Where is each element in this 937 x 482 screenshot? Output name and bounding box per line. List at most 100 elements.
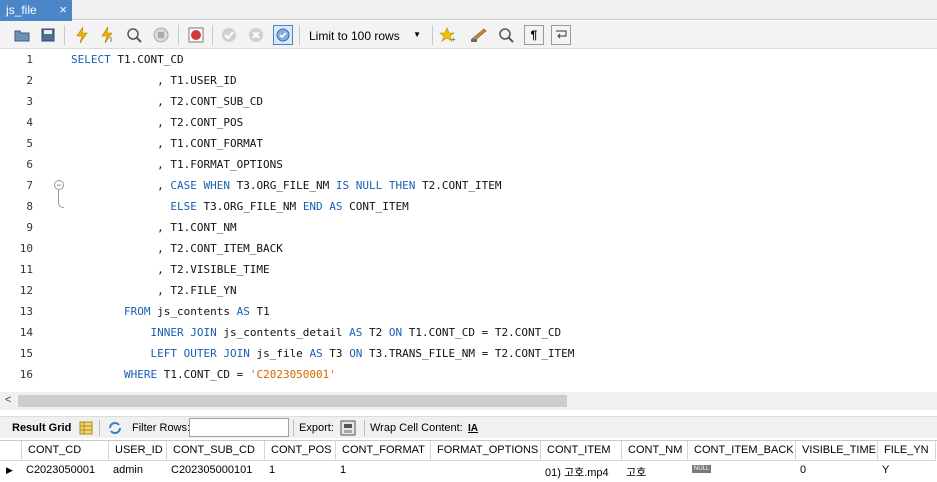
sql-editor[interactable]: − 1 SELECT T1.CONT_CD 2 , T1.USER_ID 3 , T2… [0,49,937,392]
toolbar-separator [299,25,300,45]
editor-toolbar: I Limit to 100 rows ▼ + ¶ [0,21,937,49]
result-grid-label[interactable]: Result Grid [12,422,71,434]
find-icon[interactable] [496,25,516,45]
stop-on-error-icon[interactable] [186,25,206,45]
toolbar-separator [432,25,433,45]
table-cell[interactable]: 1 [336,461,431,481]
filter-rows-input[interactable] [189,418,289,437]
beautify-icon[interactable] [469,25,489,45]
code-line[interactable]: 14 INNER JOIN js_contents_detail AS T2 O… [0,322,937,343]
table-cell[interactable]: C2023050001 [22,461,109,481]
sql-keyword: AS [236,305,250,318]
code-line[interactable]: 16 WHERE T1.CONT_CD = 'C2023050001' [0,364,937,385]
grid-view-icon[interactable] [77,419,95,437]
table-cell[interactable]: Y [878,461,936,481]
table-cell[interactable]: 고호 [622,461,688,481]
column-header[interactable]: FILE_YN [878,441,936,461]
sql-text: CONT_ITEM [342,200,409,213]
open-folder-icon[interactable] [12,25,32,45]
sql-text: , T2.CONT_POS [71,116,244,129]
word-wrap-icon[interactable] [551,25,571,45]
sql-text: T1.CONT_CD = [157,368,250,381]
horizontal-scrollbar[interactable]: < [0,392,937,410]
column-header[interactable]: CONT_CD [22,441,109,461]
column-header[interactable]: CONT_FORMAT [336,441,431,461]
code-text: , T1.FORMAT_OPTIONS [71,154,283,175]
wrap-cell-label: Wrap Cell Content: [370,422,463,434]
code-line[interactable]: 15 LEFT OUTER JOIN js_file AS T3 ON T3.T… [0,343,937,364]
line-number: 8 [26,200,33,213]
column-header[interactable]: FORMAT_OPTIONS [431,441,541,461]
tab-js-file[interactable]: js_file × [0,0,72,21]
sql-keyword: WHERE [123,368,158,381]
code-line[interactable]: 9 , T1.CONT_NM [0,217,937,238]
column-header[interactable]: CONT_ITEM_BACK [688,441,796,461]
table-cell[interactable]: admin [109,461,167,481]
wrap-cell-icon[interactable]: IA [464,419,482,437]
sql-text: , T1.CONT_FORMAT [71,137,264,150]
close-icon[interactable]: × [59,2,67,17]
sql-string: 'C2023050001' [249,368,336,381]
code-line[interactable]: 1 SELECT T1.CONT_CD [0,49,937,70]
code-text: WHERE T1.CONT_CD = 'C2023050001' [71,364,336,385]
code-line[interactable]: 11 , T2.VISIBLE_TIME [0,259,937,280]
result-toolbar: Result Grid Filter Rows: Export: Wrap Ce… [0,416,937,438]
commit-icon[interactable] [219,25,239,45]
scrollbar-thumb[interactable] [18,395,567,407]
code-line[interactable]: 10 , T2.CONT_ITEM_BACK [0,238,937,259]
sql-text: , T2.FILE_YN [71,284,237,297]
current-row-icon: ▶ [6,465,13,475]
code-line[interactable]: 2 , T1.USER_ID [0,70,937,91]
autocommit-icon[interactable] [273,25,293,45]
column-header[interactable]: USER_ID [109,441,167,461]
table-cell[interactable] [431,461,541,481]
table-cell[interactable]: NULL [688,461,796,481]
column-header[interactable]: VISIBLE_TIME [796,441,878,461]
column-header[interactable]: CONT_ITEM [541,441,622,461]
grid-header: CONT_CD USER_ID CONT_SUB_CD CONT_POS CONT_FO… [0,441,937,461]
code-line[interactable]: 5 , T1.CONT_FORMAT [0,133,937,154]
rollback-icon[interactable] [246,25,266,45]
table-row[interactable]: ▶ C2023050001 admin C202305000101 1 1 01) 고호.… [0,461,937,481]
sql-text: T1.CONT_CD = T2.CONT_CD [402,326,562,339]
code-line[interactable]: 8 ELSE T3.ORG_FILE_NM END AS CONT_ITEM [0,196,937,217]
invisible-chars-icon[interactable]: ¶ [524,25,544,45]
column-header[interactable]: CONT_NM [622,441,688,461]
add-snippet-icon[interactable]: + [438,25,458,45]
sql-keyword: ON [349,347,363,360]
execute-current-icon[interactable]: I [98,25,118,45]
column-header[interactable]: CONT_SUB_CD [167,441,265,461]
column-header[interactable]: CONT_POS [265,441,336,461]
save-icon[interactable] [38,25,58,45]
line-number: 6 [26,158,33,171]
line-number: 2 [26,74,33,87]
code-line[interactable]: 3 , T2.CONT_SUB_CD [0,91,937,112]
stop-icon[interactable] [151,25,171,45]
limit-rows-select[interactable]: Limit to 100 rows ▼ [303,24,426,46]
table-cell[interactable]: C202305000101 [167,461,265,481]
table-cell[interactable]: 01) 고호.mp4 [541,461,622,481]
code-line[interactable]: 13 FROM js_contents AS T1 [0,301,937,322]
explain-icon[interactable] [124,25,144,45]
sql-keyword: LEFT OUTER JOIN [150,347,250,360]
table-cell[interactable]: 0 [796,461,878,481]
code-text: , T2.CONT_ITEM_BACK [71,238,283,259]
svg-text:+: + [451,35,456,43]
code-line[interactable]: 12 , T2.FILE_YN [0,280,937,301]
code-line[interactable]: 7 , CASE WHEN T3.ORG_FILE_NM IS NULL THE… [0,175,937,196]
line-number: 11 [19,263,33,276]
export-icon[interactable] [339,419,357,437]
execute-icon[interactable] [72,25,92,45]
code-line[interactable]: 4 , T2.CONT_POS [0,112,937,133]
code-line[interactable]: 6 , T1.FORMAT_OPTIONS [0,154,937,175]
code-text: , T2.CONT_SUB_CD [71,91,263,112]
scroll-left-icon[interactable]: < [5,394,11,406]
sql-text: js_file [249,347,310,360]
refresh-icon[interactable] [106,419,124,437]
table-cell[interactable]: 1 [265,461,336,481]
